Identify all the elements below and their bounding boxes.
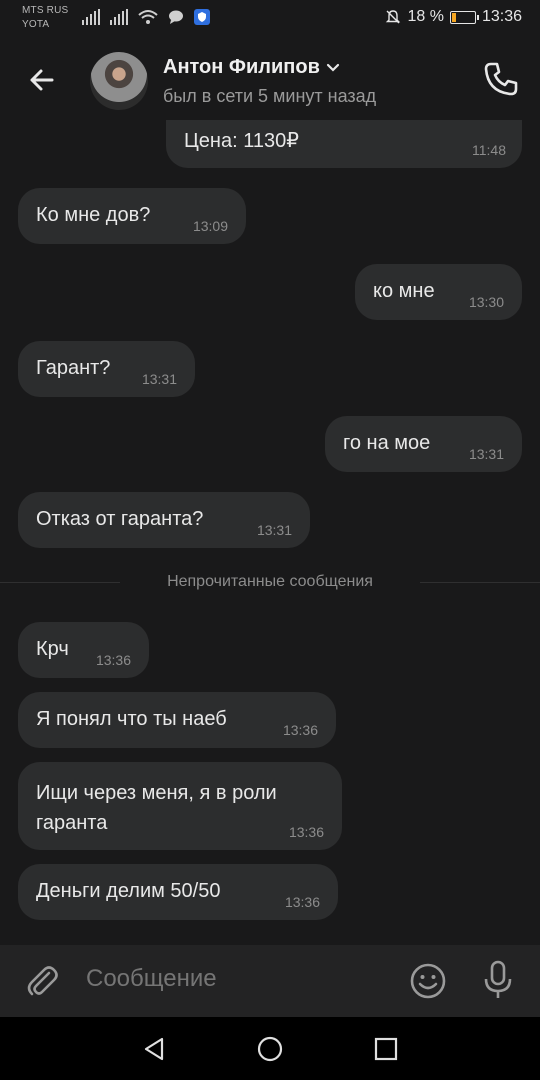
message-bubble[interactable]: Ко мне дов? 13:09 xyxy=(18,188,246,244)
message-text: Ищи через меня, я в роли гаранта xyxy=(36,782,277,834)
message-text: Ко мне дов? xyxy=(36,204,151,226)
emoji-icon[interactable] xyxy=(408,961,448,1001)
message-text: Деньги делим 50/50 xyxy=(36,880,221,902)
message-text: Гарант? xyxy=(36,357,111,379)
contact-name[interactable]: Антон Филипов xyxy=(163,56,340,79)
nav-home-icon[interactable] xyxy=(256,1035,284,1063)
message-text: го на мое xyxy=(343,432,431,454)
message-time: 13:36 xyxy=(288,824,324,840)
message-text: Отказ от гаранта? xyxy=(36,508,204,530)
wifi-icon xyxy=(138,10,158,24)
back-arrow-icon[interactable] xyxy=(22,60,62,100)
message-time: 13:31 xyxy=(468,446,504,462)
message-bubble[interactable]: ко мне 13:30 xyxy=(355,264,522,320)
message-bubble[interactable]: Я понял что ты наеб 13:36 xyxy=(18,692,336,748)
signal-icon-2 xyxy=(110,9,128,25)
message-time: 11:48 xyxy=(472,142,506,158)
message-bubble[interactable]: Отказ от гаранта? 13:31 xyxy=(18,492,310,548)
message-text: Я понял что ты наеб xyxy=(36,708,227,730)
message-composer xyxy=(0,945,540,1017)
message-time: 13:09 xyxy=(192,218,228,234)
message-bubble[interactable]: Гарант? 13:31 xyxy=(18,341,195,397)
message-time: 13:36 xyxy=(282,722,318,738)
signal-icon xyxy=(82,9,100,25)
message-bubble[interactable]: го на мое 13:31 xyxy=(325,416,522,472)
status-icons-right: 18 % 13:36 xyxy=(385,8,522,26)
battery-fill xyxy=(451,12,456,22)
message-list[interactable]: Цена: 1130₽ 11:48 Ко мне дов? 13:09 ко м… xyxy=(0,120,540,945)
message-input[interactable] xyxy=(86,965,386,993)
battery-percent: 18 % xyxy=(407,8,444,25)
message-bubble[interactable]: Цена: 1130₽ 11:48 xyxy=(166,120,522,168)
system-nav-bar xyxy=(0,1017,540,1080)
message-text: Цена: 1130₽ xyxy=(184,130,299,152)
mute-bell-icon xyxy=(386,10,401,24)
mic-icon[interactable] xyxy=(480,959,516,1001)
status-icons-left xyxy=(82,9,210,25)
message-bubble[interactable]: Ищи через меня, я в роли гаранта 13:36 xyxy=(18,762,342,850)
message-time: 13:30 xyxy=(468,294,504,310)
message-text: Крч xyxy=(36,638,69,660)
message-time: 13:31 xyxy=(256,522,292,538)
message-text: ко мне xyxy=(373,280,435,302)
attach-icon[interactable] xyxy=(22,961,62,1001)
message-time: 13:31 xyxy=(141,371,177,387)
message-time: 13:36 xyxy=(95,652,131,668)
shield-icon xyxy=(194,9,210,25)
carrier-2: YOTA xyxy=(22,19,50,30)
message-icon xyxy=(169,10,183,24)
phone-icon[interactable] xyxy=(482,60,520,98)
status-bar: MTS RUS YOTA 18 % 13:36 xyxy=(0,0,540,40)
message-bubble[interactable]: Крч 13:36 xyxy=(18,622,149,678)
avatar[interactable] xyxy=(90,52,148,110)
battery-icon xyxy=(449,10,479,24)
contact-status: был в сети 5 минут назад xyxy=(163,86,377,106)
nav-recents-icon[interactable] xyxy=(372,1035,400,1063)
status-time: 13:36 xyxy=(481,8,522,25)
chevron-down-icon xyxy=(326,63,339,72)
contact-name-text: Антон Филипов xyxy=(163,56,320,78)
carrier-1: MTS RUS xyxy=(22,5,69,16)
chat-header: Антон Филипов был в сети 5 минут назад xyxy=(0,40,540,120)
message-bubble[interactable]: Деньги делим 50/50 13:36 xyxy=(18,864,338,920)
message-time: 13:36 xyxy=(284,894,320,910)
nav-back-icon[interactable] xyxy=(140,1035,168,1063)
carrier-names: MTS RUS YOTA xyxy=(22,4,68,32)
unread-divider-label: Непрочитанные сообщения xyxy=(120,573,420,591)
